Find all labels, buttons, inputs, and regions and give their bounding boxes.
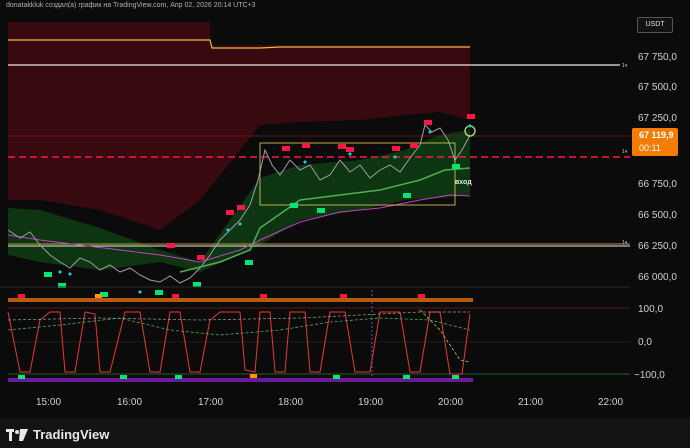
time-axis-label: 20:00 — [438, 397, 463, 408]
bar-countdown: 00:11 — [639, 143, 661, 153]
svg-text:1ч: 1ч — [622, 240, 628, 246]
time-axis-label: 17:00 — [198, 397, 223, 408]
oscillator-axis-label: 0,0 — [638, 337, 652, 348]
price-axis-label: 67 500,0 — [638, 82, 677, 93]
current-price-tag: 67 119,9 00:11 — [632, 128, 678, 156]
price-axis-label: 66 250,0 — [638, 241, 677, 252]
tradingview-logo-text: TradingView — [33, 427, 110, 442]
time-axis-label: 18:00 — [278, 397, 303, 408]
price-axis-label: 66 500,0 — [638, 210, 677, 221]
time-axis-label: 15:00 — [36, 397, 61, 408]
oscillator-axis-label: −100,0 — [634, 370, 665, 381]
price-chart[interactable]: 1ч 1ч 1ч вход 67 750,0 67 500,0 67 250,0… — [0, 0, 690, 418]
entry-label: вход — [455, 179, 472, 186]
tradingview-logo[interactable]: TradingView — [6, 427, 109, 442]
tradingview-logo-icon — [6, 428, 28, 441]
time-axis-label: 19:00 — [358, 397, 383, 408]
oscillator-axis-label: 100,0 — [638, 304, 663, 315]
price-axis-label: 66 000,0 — [638, 272, 677, 283]
price-axis-label: 66 750,0 — [638, 179, 677, 190]
currency-button[interactable]: USDT — [637, 17, 673, 33]
chart-frame: donatakkluk создал(а) график на TradingV… — [0, 0, 690, 448]
price-axis-label: 67 250,0 — [638, 113, 677, 124]
time-axis-label: 21:00 — [518, 397, 543, 408]
svg-text:1ч: 1ч — [622, 63, 628, 69]
price-axis-label: 67 750,0 — [638, 52, 677, 63]
current-price: 67 119,9 — [639, 130, 674, 140]
time-axis-label: 16:00 — [117, 397, 142, 408]
svg-text:1ч: 1ч — [622, 149, 628, 155]
footer: TradingView — [0, 418, 690, 448]
time-axis-label: 22:00 — [598, 397, 623, 408]
